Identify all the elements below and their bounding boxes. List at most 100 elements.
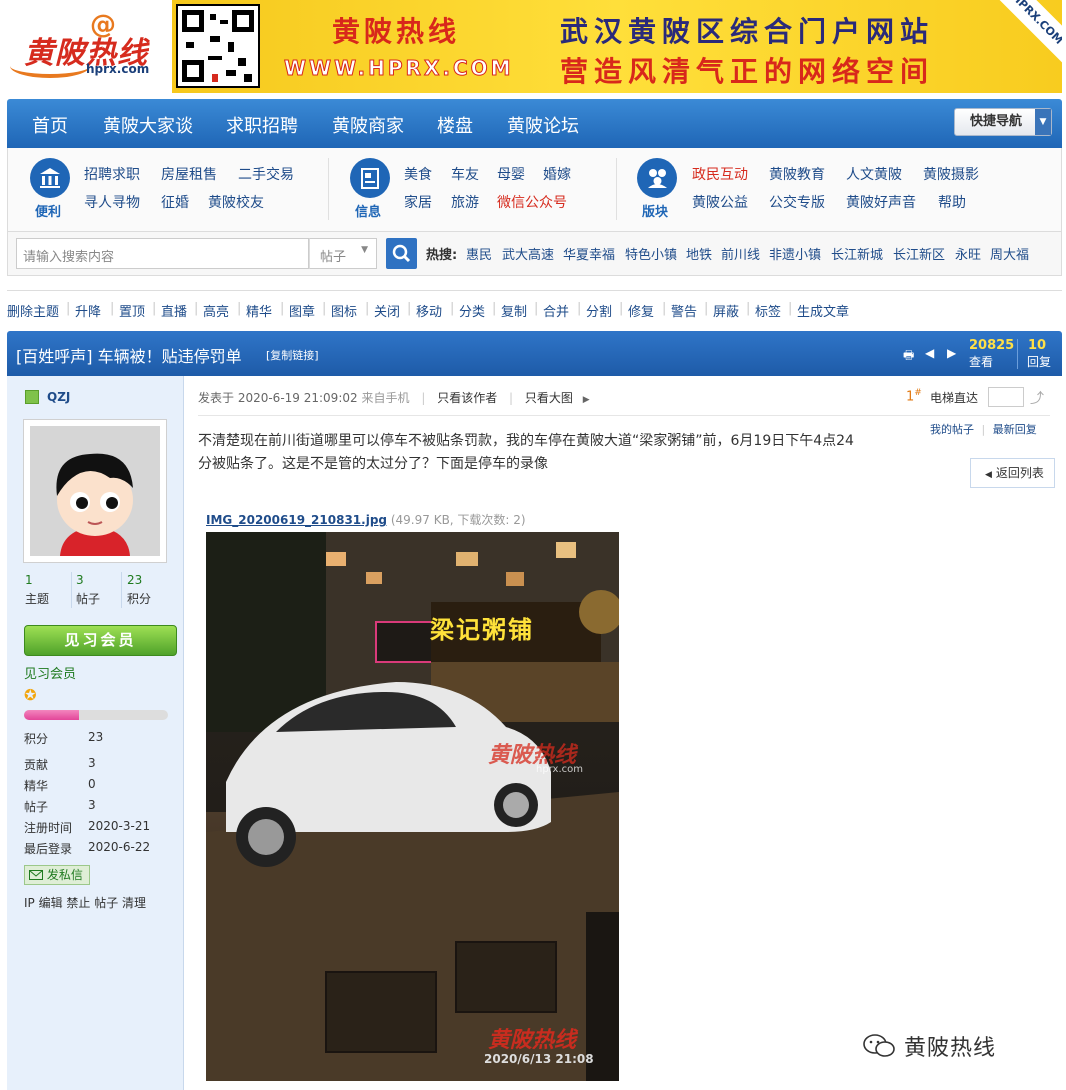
hot-keyword[interactable]: 长江新城 (831, 244, 883, 263)
post-photo[interactable]: 梁记粥铺 黄陂热线 hprx.com 黄陂热线 2020/6/13 21:08 (206, 532, 619, 1081)
hot-keyword[interactable]: 非遗小镇 (769, 244, 821, 263)
back-to-list-button[interactable]: ◀ 返回列表 (970, 458, 1055, 488)
my-posts-link[interactable]: 我的帖子 (930, 423, 974, 436)
big-image-link[interactable]: 只看大图 (525, 391, 573, 405)
sublink-wedding[interactable]: 婚嫁 (543, 164, 571, 184)
nav-item-merchants[interactable]: 黄陂商家 (332, 112, 404, 138)
print-icon[interactable]: 🖶 (903, 346, 917, 362)
sublink-alumni[interactable]: 黄陂校友 (208, 192, 264, 212)
sublink-baby[interactable]: 母婴 (497, 164, 525, 184)
sublink-home[interactable]: 家居 (404, 192, 432, 212)
nav-item-forum[interactable]: 黄陂论坛 (507, 112, 579, 138)
mod-action[interactable]: 分割 (586, 301, 612, 320)
arrow-left-icon[interactable]: ◀ (925, 346, 939, 360)
arrow-right-icon[interactable]: ▶ (947, 346, 961, 360)
author-name[interactable]: QZJ (47, 390, 70, 404)
avatar[interactable] (23, 419, 167, 563)
mod-action[interactable]: 直播 (161, 301, 187, 320)
rank-label[interactable]: 见习会员 (24, 663, 76, 682)
mod-action[interactable]: 屏蔽 (713, 301, 739, 320)
hot-keyword[interactable]: 前川线 (721, 244, 760, 263)
author-posts[interactable]: 3 帖子 (76, 573, 100, 607)
search-scope-select[interactable]: 帖子 ▼ (309, 238, 377, 269)
sublink-education[interactable]: 黄陂教育 (769, 164, 825, 184)
info-value: 2020-6-22 (88, 840, 151, 854)
mod-action[interactable]: 图章 (289, 301, 315, 320)
quick-nav-button[interactable]: 快捷导航 ▼ (954, 108, 1052, 136)
photo-timestamp: 2020/6/13 21:08 (484, 1052, 594, 1066)
mod-action[interactable]: 图标 (331, 301, 357, 320)
hot-keyword[interactable]: 特色小镇 (625, 244, 677, 263)
info-value: 0 (88, 777, 96, 791)
lift-label: 电梯直达 (930, 391, 979, 405)
mod-action[interactable]: 生成文章 (797, 301, 849, 320)
sublink-gov[interactable]: 政民互动 (692, 164, 748, 184)
sublink-jobs[interactable]: 招聘求职 (84, 164, 140, 184)
back-label: 返回列表 (995, 466, 1044, 480)
hot-keyword[interactable]: 地铁 (686, 244, 712, 263)
mod-action[interactable]: 精华 (246, 301, 272, 320)
sublink-lost-found[interactable]: 寻人寻物 (84, 192, 140, 212)
sublink-photo[interactable]: 黄陂摄影 (923, 164, 979, 184)
divider: | (152, 301, 157, 316)
lift-input[interactable] (988, 387, 1024, 407)
mod-action[interactable]: 警告 (671, 301, 697, 320)
mod-action[interactable]: 高亮 (203, 301, 229, 320)
sublink-car[interactable]: 车友 (451, 164, 479, 184)
copy-link-button[interactable]: [复制链接] (266, 347, 319, 363)
author-credits[interactable]: 23 积分 (127, 573, 151, 607)
banner-ad[interactable]: 黄陂热线 WWW.HPRX.COM 武汉黄陂区综合门户网站 营造风清气正的网络空… (172, 0, 1062, 93)
mod-action[interactable]: 复制 (501, 301, 527, 320)
send-message-button[interactable]: 发私信 (24, 865, 90, 885)
search-input[interactable]: 请输入搜索内容 (16, 238, 309, 269)
mod-action[interactable]: 合并 (543, 301, 569, 320)
sublink-food[interactable]: 美食 (404, 164, 432, 184)
hot-search-label: 热搜: (426, 248, 458, 263)
mod-action[interactable]: 升降 (75, 301, 101, 320)
mod-action[interactable]: 分类 (459, 301, 485, 320)
nav-item-discussion[interactable]: 黄陂大家谈 (103, 112, 193, 138)
sublink-bus[interactable]: 公交专版 (769, 192, 825, 212)
latest-reply-link[interactable]: 最新回复 (993, 423, 1037, 436)
mod-action[interactable]: 删除主题 (7, 301, 59, 320)
sublink-voice[interactable]: 黄陂好声音 (846, 192, 916, 212)
go-icon[interactable]: ⤴ (1030, 388, 1044, 408)
sublink-housing[interactable]: 房屋租售 (161, 164, 217, 184)
sublink-dating[interactable]: 征婚 (161, 192, 189, 212)
mod-action[interactable]: 置顶 (119, 301, 145, 320)
mod-action[interactable]: 移动 (416, 301, 442, 320)
divider: | (322, 301, 327, 316)
hot-keyword[interactable]: 周大福 (990, 244, 1029, 263)
mod-action[interactable]: 标签 (755, 301, 781, 320)
banner-slogan-1: 武汉黄陂区综合门户网站 (560, 15, 935, 48)
post-source: 来自手机 (361, 391, 410, 405)
author-topics[interactable]: 1 主题 (25, 573, 49, 607)
hot-keyword[interactable]: 长江新区 (893, 244, 945, 263)
hot-keyword[interactable]: 华夏幸福 (563, 244, 615, 263)
mod-action[interactable]: 关闭 (374, 301, 400, 320)
nav-item-jobs[interactable]: 求职招聘 (226, 112, 298, 138)
hot-keyword[interactable]: 武大高速 (502, 244, 554, 263)
sublink-travel[interactable]: 旅游 (451, 192, 479, 212)
site-logo[interactable]: @ 黄陂热线 hprx.com (8, 10, 158, 85)
sublink-secondhand[interactable]: 二手交易 (238, 164, 294, 184)
mod-action[interactable]: 修复 (628, 301, 654, 320)
hot-keyword[interactable]: 惠民 (466, 244, 492, 263)
wechat-account-name: 黄陂热线 (904, 1036, 997, 1061)
attachment-link[interactable]: IMG_20200619_210831.jpg (206, 513, 387, 527)
sublink-help[interactable]: 帮助 (938, 192, 966, 212)
sublink-charity[interactable]: 黄陂公益 (692, 192, 748, 212)
search-button[interactable] (386, 238, 417, 269)
admin-actions[interactable]: IP 编辑 禁止 帖子 清理 (24, 894, 146, 911)
sublink-culture[interactable]: 人文黄陂 (846, 164, 902, 184)
stat-label: 帖子 (76, 592, 101, 606)
sub-nav: 便利 招聘求职 房屋租售 二手交易 寻人寻物 征婚 黄陂校友 信息 美食 车友 … (7, 148, 1062, 232)
chevron-down-icon: ▼ (361, 245, 368, 255)
hot-keyword[interactable]: 永旺 (955, 244, 981, 263)
nav-item-home[interactable]: 首页 (32, 112, 68, 138)
floor-number[interactable]: 1# (906, 388, 922, 404)
sublink-wechat[interactable]: 微信公众号 (497, 192, 567, 212)
only-author-link[interactable]: 只看该作者 (437, 391, 497, 405)
nav-item-realestate[interactable]: 楼盘 (437, 112, 473, 138)
qr-code (176, 4, 260, 88)
